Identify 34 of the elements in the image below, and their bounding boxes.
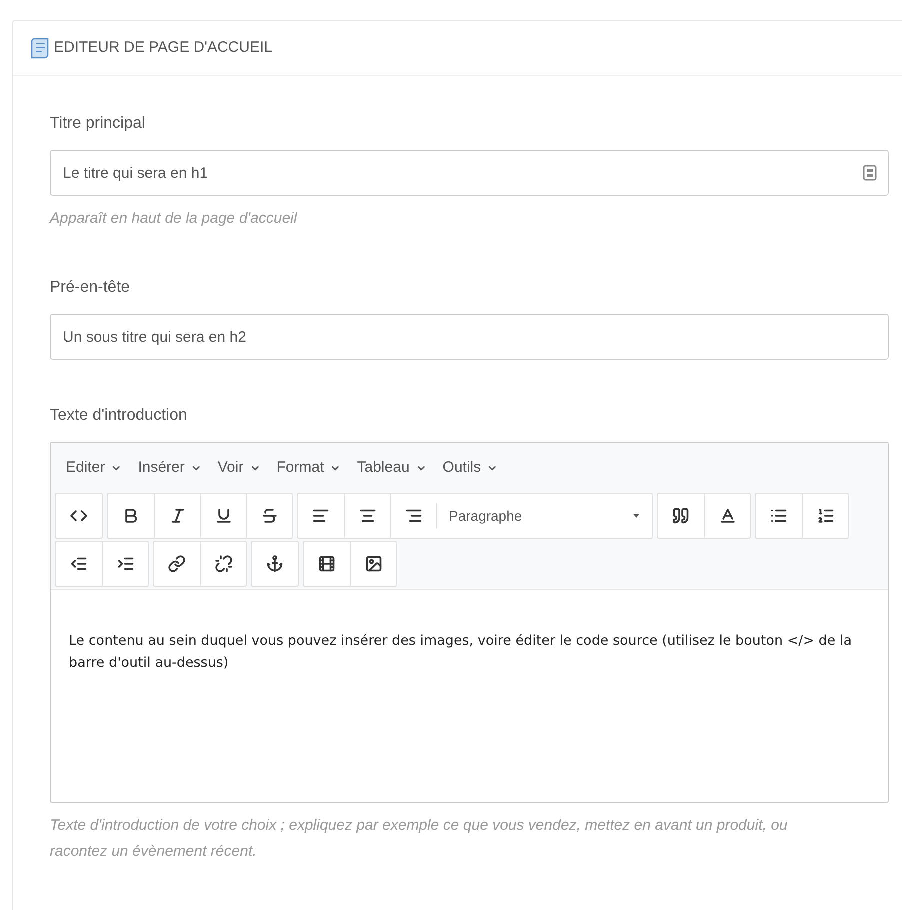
help-text: Apparaît en haut de la page d'accueil [50,209,298,229]
field-label: Texte d'introduction [50,406,188,426]
panel-title: EDITEUR DE PAGE D'ACCUEIL [54,38,272,58]
menu-item[interactable]: Editer [66,456,122,480]
menu-item[interactable]: Insérer [138,456,202,480]
document-icon [30,37,50,59]
text-field[interactable]: Le titre qui sera en h1 [50,150,889,196]
field-label: Titre principal [50,114,146,134]
align-right-icon [404,507,422,525]
strikethrough-icon [260,507,278,525]
text-color-icon [718,507,736,525]
indent-icon [116,555,134,573]
help-text: Texte d'introduction de votre choix ; expliquez par exemple ce que vous vendez, mettez en avant un produit, ou racontez un évènement récent. [50,816,789,862]
menu-item[interactable]: Voir [218,456,261,480]
quote-icon [672,507,690,525]
underline-icon [214,507,232,525]
link-icon [168,555,186,573]
editor-content[interactable]: Le contenu au sein duquel vous pouvez insérer des images, voire éditer le code source (utilisez le bouton </> de la barre d'outil au-dessus) [51,590,888,802]
field-label: Pré-en-tête [50,278,132,298]
bullet-list-icon [770,507,788,525]
numbered-list-icon [816,507,834,525]
unlink-icon [214,555,232,573]
image-icon [364,555,382,573]
film-icon [318,555,336,573]
menu-item[interactable]: Format [276,456,342,480]
text-field[interactable]: Un sous titre qui sera en h2 [50,314,889,360]
caret-icon [633,514,640,518]
align-left-icon [312,507,330,525]
anchor-icon [266,555,284,573]
align-center-icon [358,507,376,525]
format-dropdown[interactable]: Paragraphe [436,503,652,529]
menu-item[interactable]: Tableau [357,456,427,480]
outdent-icon [70,555,88,573]
menu-item[interactable]: Outils [442,456,498,480]
